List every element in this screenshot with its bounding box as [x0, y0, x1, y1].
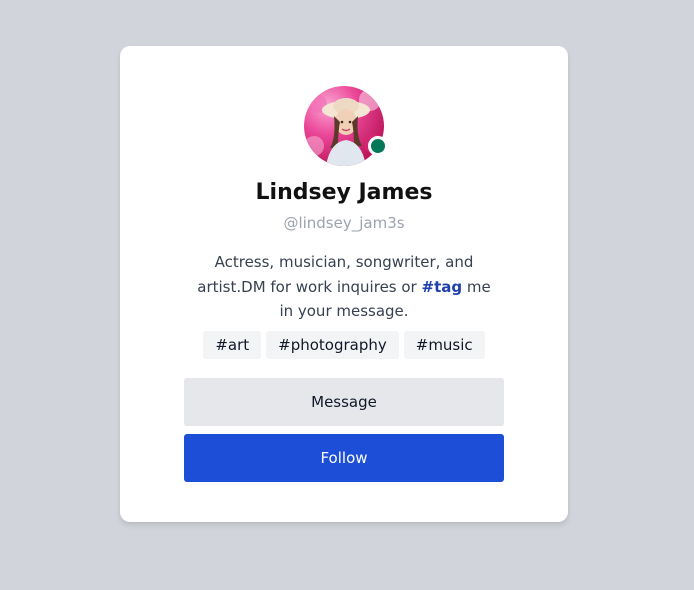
- follow-button[interactable]: Follow: [184, 434, 504, 482]
- tag-list: #art #photography #music: [120, 331, 568, 359]
- profile-card: Lindsey James @lindsey_jam3s Actress, mu…: [120, 46, 568, 522]
- profile-bio: Actress, musician, songwriter, and artis…: [194, 250, 494, 324]
- tag-chip-photography[interactable]: #photography: [266, 331, 399, 359]
- avatar-container: [304, 86, 388, 166]
- profile-handle: @lindsey_jam3s: [283, 214, 405, 232]
- tag-chip-art[interactable]: #art: [203, 331, 262, 359]
- bio-tag-link[interactable]: #tag: [422, 278, 463, 296]
- profile-name: Lindsey James: [255, 180, 433, 205]
- message-button[interactable]: Message: [184, 378, 504, 426]
- online-status-indicator: [368, 136, 388, 156]
- tag-chip-music[interactable]: #music: [403, 331, 485, 359]
